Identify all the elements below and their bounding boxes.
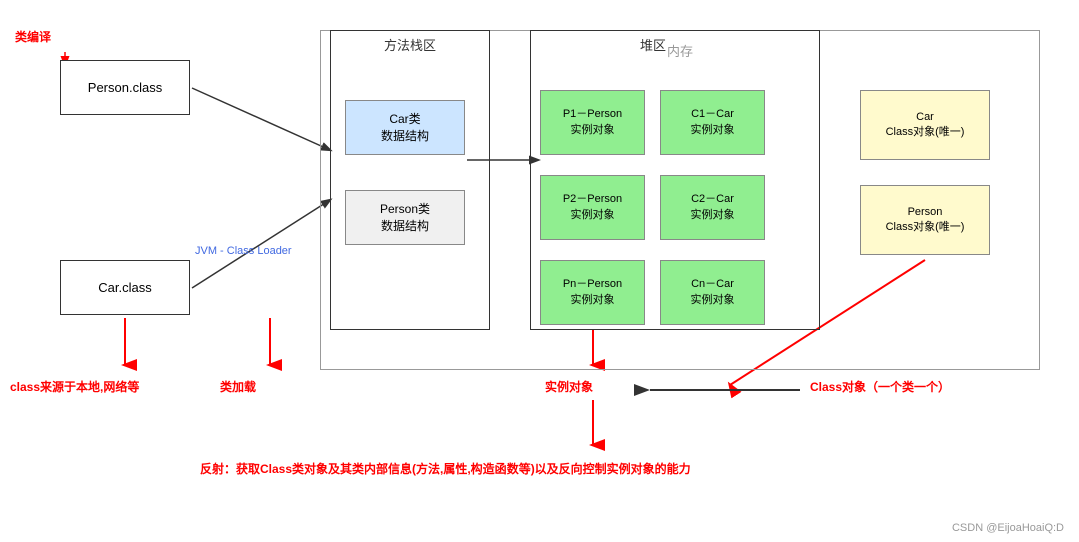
reflection-label: 反射：获取Class类对象及其类内部信息(方法,属性,构造函数等)以及反向控制实… (200, 460, 691, 477)
jvm-classloader-label: JVM - Class Loader (195, 245, 292, 257)
car-data-box: Car类数据结构 (345, 100, 465, 155)
car-class-obj-box: CarClass对象(唯一) (860, 90, 990, 160)
car-class-box: Car.class (60, 260, 190, 315)
method-stack-label: 方法栈区 (370, 35, 450, 54)
class-obj-label: Class对象（一个类一个） (810, 378, 950, 395)
c1-instance-cell: C1－Car实例对象 (660, 90, 765, 155)
class-load-label: 类加载 (220, 378, 256, 395)
csdn-label: CSDN @EijoaHoaiQ:D (952, 522, 1064, 534)
diagram-container: 类编译 Person.class Car.class JVM - Class L… (0, 0, 1079, 542)
method-stack-box (330, 30, 490, 330)
person-data-text: Person类数据结构 (380, 201, 430, 235)
pn-instance-cell: Pn－Person实例对象 (540, 260, 645, 325)
instance-obj-label: 实例对象 (545, 378, 593, 395)
heap-label: 堆区 (640, 35, 666, 54)
person-class-obj-box: PersonClass对象(唯一) (860, 185, 990, 255)
person-class-box: Person.class (60, 60, 190, 115)
person-data-box: Person类数据结构 (345, 190, 465, 245)
class-source-label: class来源于本地,网络等 (10, 378, 139, 395)
cn-instance-cell: Cn－Car实例对象 (660, 260, 765, 325)
p1-instance-cell: P1－Person实例对象 (540, 90, 645, 155)
p2-instance-cell: P2－Person实例对象 (540, 175, 645, 240)
c2-instance-cell: C2－Car实例对象 (660, 175, 765, 240)
person-class-text: Person.class (88, 80, 162, 95)
car-data-text: Car类数据结构 (381, 111, 429, 145)
class-translate-label: 类编译 (15, 28, 51, 45)
car-class-text: Car.class (98, 280, 151, 295)
